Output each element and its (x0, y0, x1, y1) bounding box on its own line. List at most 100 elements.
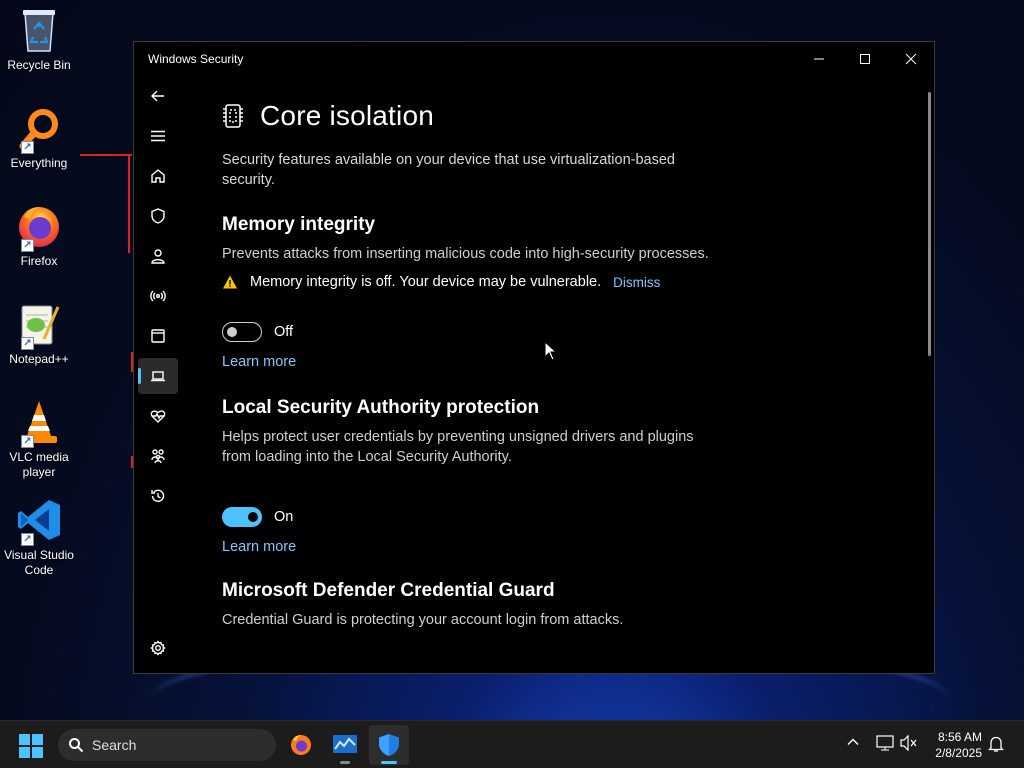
heart-pulse-icon (150, 410, 166, 423)
lsa-protection-heading: Local Security Authority protection (222, 397, 540, 418)
performance-monitor-icon (333, 735, 357, 753)
show-hidden-icons-button[interactable] (846, 735, 860, 754)
search-label: Search (92, 737, 137, 753)
memory-integrity-toggle[interactable] (222, 322, 262, 342)
annotation-line (80, 154, 132, 156)
credential-guard-heading: Microsoft Defender Credential Guard (222, 580, 555, 601)
taskbar-search-box[interactable]: Search (58, 729, 276, 761)
memory-integrity-description: Prevents attacks from inserting maliciou… (222, 246, 709, 262)
toggle-state-label: Off (274, 324, 294, 340)
maximize-icon (860, 54, 870, 64)
shortcut-arrow-icon: ↗ (21, 533, 34, 546)
desktop-icon-label: Firefox (20, 254, 58, 268)
volume-button[interactable] (900, 734, 918, 756)
nav-device-performance[interactable] (138, 398, 178, 434)
memory-integrity-heading: Memory integrity (222, 214, 376, 235)
desktop-icon-firefox[interactable]: ↗ Firefox (4, 202, 74, 269)
core-isolation-page: Core isolation Security features availab… (222, 76, 914, 673)
browser-window-icon (151, 329, 165, 343)
shortcut-arrow-icon: ↗ (21, 435, 34, 448)
nav-protection-history[interactable] (138, 478, 178, 514)
memory-integrity-toggle-row: Off (222, 322, 914, 342)
desktop-icon-label: Everything (10, 156, 68, 170)
desktop-icon-recycle-bin[interactable]: Recycle Bin (4, 6, 74, 73)
network-button[interactable] (876, 735, 894, 756)
clock-date: 2/8/2025 (935, 746, 982, 760)
desktop-icon-label: Notepad++ (9, 352, 69, 366)
dismiss-link[interactable]: Dismiss (613, 275, 660, 290)
desktop-icon-everything[interactable]: ↗ Everything (4, 104, 74, 171)
running-indicator (381, 761, 397, 764)
desktop-icon-vscode[interactable]: ↗ Visual Studio Code (4, 496, 74, 578)
back-button[interactable] (138, 78, 178, 114)
vscode-icon: ↗ (15, 496, 63, 546)
nav-app-browser-control[interactable] (138, 318, 178, 354)
page-intro: Security features available on your devi… (222, 152, 675, 188)
taskbar-firefox[interactable] (281, 725, 321, 765)
credential-guard-description: Credential Guard is protecting your acco… (222, 612, 624, 628)
windows-security-shield-icon (379, 734, 399, 756)
bell-icon (987, 736, 1005, 752)
family-icon (151, 449, 165, 464)
close-button[interactable] (888, 42, 934, 76)
mouse-cursor-icon (544, 341, 558, 361)
lsa-learn-more-link[interactable]: Learn more (222, 539, 296, 555)
memory-integrity-learn-more-link[interactable]: Learn more (222, 354, 296, 370)
nav-home[interactable] (138, 158, 178, 194)
memory-integrity-warning: Memory integrity is off. Your device may… (222, 274, 914, 290)
running-indicator (340, 761, 350, 764)
desktop-icon-label: VLC media player (9, 450, 69, 479)
firefox-icon (291, 735, 311, 755)
page-title: Core isolation (260, 100, 434, 131)
notepad-plus-plus-icon: ↗ (15, 300, 63, 350)
desktop-icon-notepad-plus-plus[interactable]: ↗ Notepad++ (4, 300, 74, 367)
firefox-icon: ↗ (15, 202, 63, 252)
title-bar[interactable]: Windows Security (134, 42, 934, 76)
everything-search-icon: ↗ (15, 104, 63, 154)
close-icon (905, 53, 917, 65)
desktop-icon-vlc[interactable]: ↗ VLC media player (4, 398, 74, 480)
notifications-button[interactable] (987, 735, 1005, 758)
hamburger-menu-icon (151, 130, 165, 142)
menu-button[interactable] (138, 118, 178, 154)
nav-virus-protection[interactable] (138, 198, 178, 234)
chevron-up-icon (847, 738, 859, 745)
start-button[interactable] (18, 733, 44, 759)
network-icon (876, 735, 894, 751)
lsa-protection-description: Helps protect user credentials by preven… (222, 429, 694, 465)
lsa-protection-toggle[interactable] (222, 507, 262, 527)
taskbar: Search 8:56 AM 2/8/2025 (0, 720, 1024, 768)
recycle-bin-icon (15, 6, 63, 54)
shield-icon (151, 208, 165, 224)
warning-icon (223, 275, 237, 289)
windows-logo-icon (19, 734, 43, 758)
clock-time: 8:56 AM (937, 730, 982, 744)
maximize-button[interactable] (842, 42, 888, 76)
taskbar-windows-security[interactable] (369, 725, 409, 765)
gear-icon (150, 640, 166, 656)
back-arrow-icon (151, 90, 164, 102)
person-icon (151, 249, 165, 264)
volume-muted-icon (900, 734, 917, 752)
shortcut-arrow-icon: ↗ (21, 337, 34, 350)
laptop-icon (151, 371, 165, 382)
minimize-button[interactable] (796, 42, 842, 76)
shortcut-arrow-icon: ↗ (21, 239, 34, 252)
taskbar-app-task-manager[interactable] (325, 725, 365, 765)
clock[interactable]: 8:56 AM 2/8/2025 (935, 729, 982, 761)
wireless-icon (150, 290, 166, 302)
windows-security-window: Windows Security Core isolation Security… (133, 41, 935, 674)
warning-text: Memory integrity is off. Your device may… (250, 274, 602, 290)
home-icon (151, 169, 165, 183)
nav-settings[interactable] (138, 630, 178, 666)
search-icon (69, 738, 84, 753)
nav-family-options[interactable] (138, 438, 178, 474)
nav-account-protection[interactable] (138, 238, 178, 274)
window-title: Windows Security (148, 52, 244, 66)
vlc-cone-icon: ↗ (15, 398, 63, 448)
vertical-scrollbar[interactable] (928, 92, 931, 356)
desktop-icon-label: Recycle Bin (7, 58, 71, 72)
lsa-protection-toggle-row: On (222, 507, 914, 527)
nav-firewall[interactable] (138, 278, 178, 314)
nav-device-security[interactable] (138, 358, 178, 394)
